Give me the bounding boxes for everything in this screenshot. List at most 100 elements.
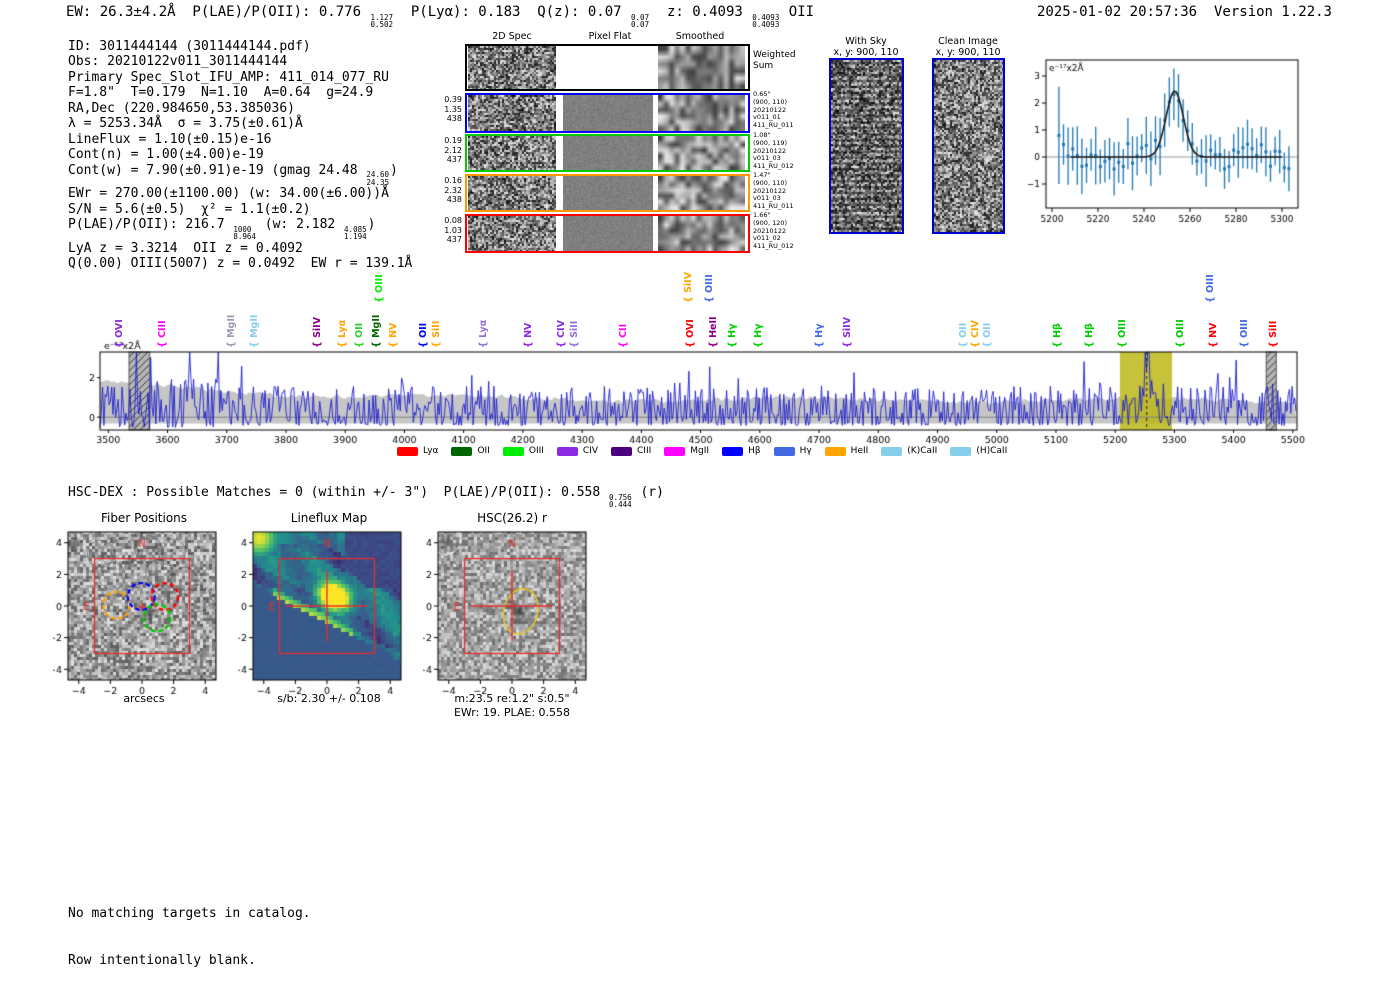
emission-line-label-MgII: { MgII [370, 314, 382, 348]
legend-swatch [451, 446, 473, 456]
info-line: LineFlux = 1.10(±0.15)e-16 [68, 132, 412, 147]
spec2d-row [465, 174, 750, 212]
info-line: Primary Spec_Slot_IFU_AMP: 411_014_077_R… [68, 70, 412, 85]
legend-item: CIV [556, 446, 599, 456]
fiber-xlabel: arcsecs [123, 692, 165, 705]
info-line: F=1.8" T=0.179 N=1.10 A=0.64 g=24.9 [68, 85, 412, 100]
left-label-line: 1.03 [444, 225, 462, 235]
left-label-line: 438 [446, 114, 462, 123]
spec2d-2d-image [468, 176, 556, 210]
spec2d-row [465, 214, 750, 253]
info-line: EWr = 270.00(±1100.00) (w: 34.00(±6.00))… [68, 186, 412, 201]
emission-line-label-OIII: { OIII [1117, 319, 1129, 348]
spec2d-row-left-labels: 0.08 1.03 437 [430, 216, 462, 245]
spec2d-row-right-labels: 1.47" (900, 110) 20210122 v011_03 411_RU_011 [753, 171, 794, 211]
legend-swatch [881, 446, 903, 456]
legend-label: (H)CaII [976, 446, 1008, 456]
spec2d-pixelflat-image [563, 46, 653, 89]
spec2d-pixelflat-image [563, 176, 653, 210]
emission-line-label-SiII: { SiII [1267, 320, 1279, 348]
legend-label: Hγ [799, 446, 812, 456]
legend-item: MgII [664, 446, 709, 456]
spec2d-2d-image [468, 216, 556, 251]
text-segment: EWr = 270.00(±1100.00) (w: 34.00(±6.00))… [68, 186, 389, 202]
stacked-fraction: 24.60 24.35 [366, 171, 389, 186]
spec2d-2d-image [468, 95, 556, 131]
stacked-fraction: 0.4093 0.4093 [752, 13, 779, 29]
hsc-dex-match-line: HSC-DEX : Possible Matches = 0 (within +… [68, 485, 664, 509]
emission-line-label-Lyα: { Lyα [478, 319, 489, 348]
emission-line-label-Hβ: { Hβ [1083, 323, 1095, 348]
stacked-fraction: 4.085 1.194 [344, 226, 367, 241]
spec2d-row-right-labels: 1.66" (900, 120) 20210122 v011_02 411_RU_012 [753, 211, 794, 251]
text-segment: ) [367, 217, 376, 233]
spec2d-pixelflat-image [563, 95, 653, 131]
catalog-footer: No matching targets in catalog. Row inte… [68, 875, 311, 999]
legend-item: (K)CaII [881, 446, 937, 456]
spec2d-smoothed-image [658, 46, 745, 89]
left-label-line: 0.08 [444, 216, 462, 225]
right-label-line: 411_RU_012 [753, 162, 794, 171]
emission-line-label-SiII: { SiII [430, 320, 442, 348]
emission-line-label-OVI: { OVI [114, 319, 126, 348]
clean-image-title: Clean Image [938, 36, 998, 47]
emission-line-label-Hγ: { Hγ [753, 323, 765, 349]
info-line: Q(0.00) OIII(5007) z = 0.0492 EW r = 139… [68, 256, 412, 271]
emission-line-label-Lyα: { Lyα [336, 319, 348, 348]
text-segment: P(Lyα): 0.183 Q(z): 0.07 [394, 4, 631, 20]
emission-line-label-MgII: { MgII [226, 314, 238, 348]
spec2d-pixelflat-image [563, 216, 653, 251]
text-segment: z: 0.4093 [650, 4, 752, 20]
emission-line-label-OIII: { OIII [1175, 319, 1187, 348]
left-label-line: 1.35 [444, 104, 462, 114]
fraction-lower: 0.07 [631, 20, 650, 30]
legend-swatch [824, 446, 846, 456]
left-label-line: 0.19 [444, 136, 462, 145]
emission-line-label-Hβ: { Hβ [1051, 323, 1063, 348]
report-timestamp: 2025-01-02 20:57:36 [1036, 4, 1198, 20]
with-sky-image [829, 58, 904, 234]
spectrum-legend: Lyα OII OIII CIV CIII MgII Hβ Hγ HeII (K)CaII (H)C… [397, 446, 1007, 456]
text-segment: ) [390, 162, 398, 178]
info-line: Obs: 20210122v011_3011444144 [68, 54, 412, 69]
footer-line-1: No matching targets in catalog. [68, 906, 311, 921]
legend-item: HeII [824, 446, 868, 456]
text-segment: (w: 2.182 [256, 217, 344, 233]
info-line: RA,Dec (220.984650,53.385036) [68, 101, 412, 116]
spec2d-row-right-labels: 1.08" (900, 119) 20210122 v011_03 411_RU_012 [753, 131, 794, 171]
emission-line-label-NV: { NV [1207, 322, 1219, 348]
text-segment: Obs: 20210122v011_3011444144 [68, 54, 288, 70]
legend-item: Lyα [397, 446, 438, 456]
left-label-line: 0.39 [444, 95, 462, 104]
emission-line-label-CII: { CII [618, 323, 630, 348]
fraction-lower: 8.964 [233, 232, 256, 242]
legend-swatch [950, 446, 972, 456]
detection-info-block: ID: 3011444144 (3011444144.pdf) Obs: 2021… [68, 39, 412, 272]
spec2d-2d-image [468, 46, 556, 89]
legend-label: CIII [637, 446, 652, 456]
spec2d-smoothed-image [658, 95, 745, 131]
spec2d-2d-image [468, 136, 556, 170]
legend-swatch [502, 446, 524, 456]
legend-label: (K)CaII [907, 446, 938, 456]
spec2d-row [465, 93, 750, 133]
text-segment: (r) [632, 485, 664, 500]
text-segment: ID: 3011444144 (3011444144.pdf) [68, 39, 311, 54]
fraction-lower: 1.194 [344, 232, 367, 242]
report-meta: 2025-01-02 20:57:36 Version 1.22.3 [1037, 4, 1332, 20]
stacked-fraction: 0.756 0.444 [609, 493, 632, 509]
spec2d-smoothed-image [658, 176, 745, 210]
legend-label: OII [477, 446, 490, 456]
spec2d-pixelflat-image [563, 136, 653, 170]
spec2d-smoothed-image [658, 136, 745, 170]
emission-line-label-SiIV: { SiIV [841, 316, 853, 348]
stacked-fraction: 0.07 0.07 [631, 13, 650, 30]
emission-line-label-SiIV: { SiIV [683, 271, 694, 303]
info-line: LyA z = 3.3214 OII z = 0.4092 [68, 241, 412, 256]
lineflux-map-image [238, 522, 418, 700]
summary-header: EW: 26.3±4.2Å P(LAE)/P(OII): 0.776 1.127… [66, 4, 814, 29]
emission-line-label-SiIV: { SiIV [312, 316, 324, 348]
legend-item: Hγ [773, 446, 812, 456]
legend-label: CIV [582, 446, 599, 456]
legend-swatch [664, 446, 686, 456]
